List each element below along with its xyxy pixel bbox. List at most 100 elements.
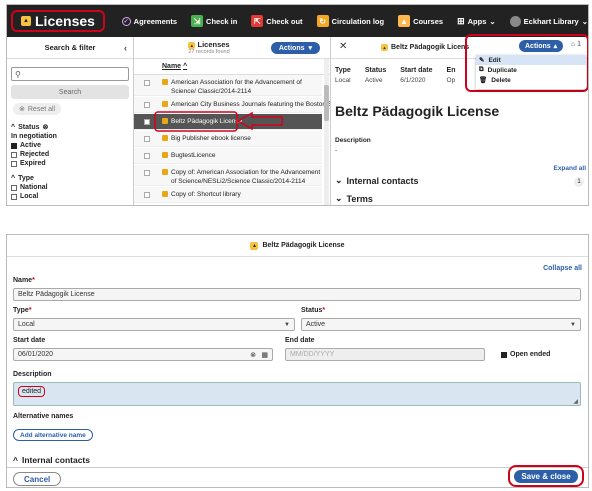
form-footer: Cancel Save & close: [7, 465, 588, 487]
calendar-icon[interactable]: ▦: [261, 351, 268, 359]
type-filter-heading[interactable]: ^ Type: [11, 175, 133, 182]
license-meta-grid: Type Local Status Active Start date 6/1/202…: [335, 67, 455, 84]
clear-date-icon[interactable]: ⊗: [250, 351, 256, 359]
expand-all-link[interactable]: Expand all: [553, 165, 586, 172]
status-rejected-label: Rejected: [20, 151, 50, 158]
detail-header-title-text: Beltz Pädagogik Licens: [391, 44, 470, 51]
type-option-national[interactable]: National: [11, 184, 133, 191]
status-filter-heading[interactable]: ^ Status ⊗: [11, 123, 133, 132]
type-select[interactable]: Local ▼: [13, 318, 295, 331]
checkbox[interactable]: [11, 184, 17, 191]
licenses-app-icon: ▲: [381, 44, 388, 51]
app-title-licenses[interactable]: ▲ Licenses: [11, 10, 105, 32]
edit-license-screenshot: ▲ Beltz Pädagogik License Collapse all N…: [6, 234, 589, 488]
meta-status: Status Active: [365, 67, 386, 84]
resize-handle-icon[interactable]: ◢: [573, 398, 578, 405]
meta-key: Status: [364, 67, 387, 74]
chevron-up-icon: ^: [11, 123, 16, 131]
collapse-all-link[interactable]: Collapse all: [543, 265, 582, 272]
nav-agreements[interactable]: ✓ Agreements: [121, 16, 178, 26]
chevron-down-icon: ⌄: [581, 16, 588, 26]
status-option-expired[interactable]: Expired: [11, 160, 133, 167]
nav-check-out[interactable]: ⇱ Check out: [251, 15, 303, 27]
open-ended-checkbox-row[interactable]: Open ended: [501, 351, 550, 358]
menu-edit-label: Edit: [488, 56, 501, 64]
menu-delete-label: Delete: [491, 76, 511, 84]
search-button[interactable]: Search: [11, 85, 129, 99]
menu-item-duplicate[interactable]: ⧉ Duplicate: [476, 65, 586, 75]
status-option-in-negotiation[interactable]: In negotiation: [11, 133, 133, 140]
start-date-field[interactable]: 06/01/2020 ⊗ ▦: [13, 348, 273, 361]
open-ended-label: Open ended: [510, 351, 551, 358]
terms-label: Terms: [346, 193, 373, 204]
checkbox[interactable]: [11, 193, 17, 200]
open-ended-checkbox[interactable]: [501, 351, 507, 358]
add-alternative-name-button[interactable]: Add alternative name: [13, 429, 93, 441]
close-icon[interactable]: ✕: [339, 41, 347, 52]
circulation-log-icon: ↻: [316, 15, 329, 27]
checkbox[interactable]: [11, 151, 17, 158]
description-textarea-value: edited: [18, 386, 46, 397]
licenses-app-icon: ▲: [250, 241, 259, 250]
search-filter-header: Search & filter ‹: [7, 37, 133, 59]
menu-item-delete[interactable]: 🗑 Delete: [476, 75, 586, 85]
type-label: Type*: [13, 307, 32, 314]
search-input[interactable]: ⚲: [11, 67, 129, 81]
close-icon: ⊗: [19, 106, 25, 113]
tags-button[interactable]: ⌂ 1: [571, 41, 581, 48]
edit-form-title: Beltz Pädagogik License: [262, 242, 345, 249]
name-field[interactable]: Beltz Pädagogik License: [13, 288, 581, 301]
detail-header-title: ▲ Beltz Pädagogik Licens: [381, 44, 469, 51]
check-out-icon: ⇱: [251, 15, 264, 27]
status-option-active[interactable]: Active: [11, 142, 133, 149]
reset-all-button[interactable]: ⊗ Reset all: [13, 103, 62, 115]
type-option-local[interactable]: Local: [11, 193, 133, 200]
menu-duplicate-label: Duplicate: [487, 66, 517, 74]
start-date-value: 06/01/2020: [18, 351, 54, 358]
status-heading-label: Status: [18, 123, 40, 131]
cancel-button[interactable]: Cancel: [13, 472, 62, 486]
checkbox[interactable]: [11, 160, 17, 167]
app-title-text: Licenses: [35, 13, 95, 29]
licenses-app-icon: ▲: [21, 16, 31, 26]
type-local-label: Local: [20, 193, 39, 200]
type-national-label: National: [20, 184, 48, 191]
nav-apps[interactable]: ⊞ Apps ⌄: [457, 16, 496, 27]
menu-item-edit[interactable]: ✎ Edit: [476, 55, 586, 65]
type-label-text: Type: [13, 307, 29, 314]
status-label: Status*: [301, 307, 326, 314]
accordion-terms[interactable]: ⌄ Terms: [335, 193, 373, 204]
checkbox-checked[interactable]: [11, 142, 17, 149]
pencil-icon: ✎: [479, 57, 485, 64]
nav-user-profile[interactable]: Eckhart Library ⌄: [509, 15, 588, 27]
save-button-annotation: Save & close: [508, 465, 584, 487]
meta-key: En: [446, 67, 456, 74]
collapse-pane-icon[interactable]: ‹: [124, 43, 127, 53]
nav-courses[interactable]: ▲ Courses: [398, 15, 443, 27]
tag-icon: ⌂: [570, 41, 576, 48]
nav-circulation-log[interactable]: ↻ Circulation log: [316, 15, 384, 27]
courses-icon: ▲: [398, 15, 411, 27]
end-date-label: End date: [285, 337, 315, 344]
tag-count: 1: [577, 41, 581, 48]
save-and-close-button[interactable]: Save & close: [514, 470, 578, 483]
actions-menu: ✎ Edit ⧉ Duplicate 🗑 Delete: [476, 55, 586, 89]
status-option-rejected[interactable]: Rejected: [11, 151, 133, 158]
chevron-up-icon: ^: [13, 455, 18, 465]
status-expired-label: Expired: [20, 160, 46, 167]
nav-agreements-label: Agreements: [133, 16, 178, 26]
accordion-internal-contacts[interactable]: ^ Internal contacts: [13, 455, 90, 465]
chevron-up-icon: ^: [11, 175, 16, 182]
meta-value: Local: [335, 77, 351, 84]
license-detail-pane: ✕ ▲ Beltz Pädagogik Licens Actions ▴ ⌂ 1…: [331, 34, 588, 205]
meta-type: Type Local: [335, 67, 351, 84]
chevron-down-icon: ▼: [284, 321, 290, 328]
nav-check-out-label: Check out: [266, 16, 303, 26]
nav-check-in[interactable]: ⇲ Check in: [191, 15, 237, 27]
clear-filter-icon[interactable]: ⊗: [43, 123, 49, 131]
accordion-internal-contacts[interactable]: ⌄ Internal contacts: [335, 175, 419, 186]
end-date-field: MM/DD/YYYY: [285, 348, 485, 361]
status-select[interactable]: Active ▼: [301, 318, 581, 331]
detail-actions-button[interactable]: Actions ▴: [519, 40, 564, 52]
description-textarea[interactable]: edited ◢: [13, 382, 581, 406]
